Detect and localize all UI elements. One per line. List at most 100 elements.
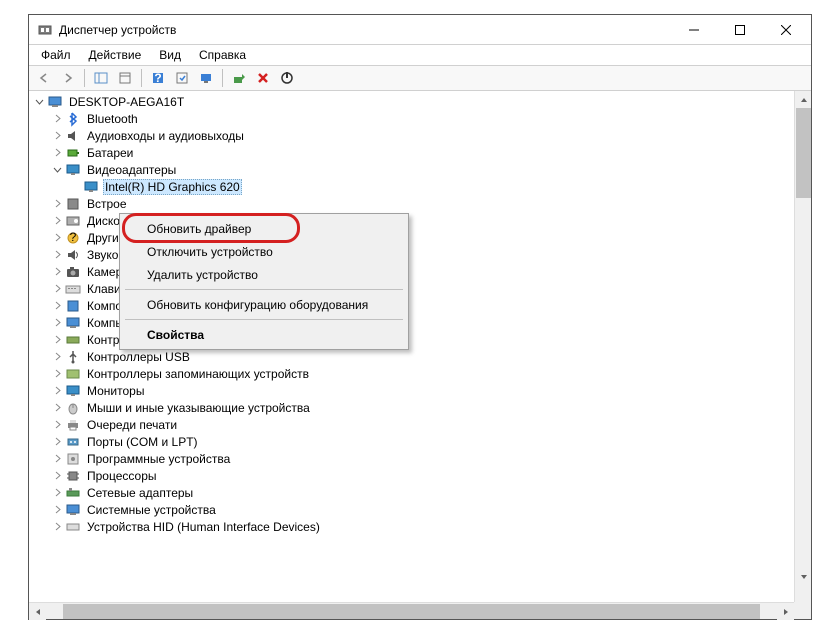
expand-icon[interactable] [51,436,63,448]
camera-icon [65,264,81,280]
tree-node[interactable]: Сетевые адаптеры [29,484,794,501]
tree-node-label: Процессоры [85,469,159,483]
tree-node[interactable]: Мониторы [29,382,794,399]
vertical-scrollbar[interactable] [794,91,811,602]
tree-node[interactable]: Контроллеры запоминающих устройств [29,365,794,382]
expand-icon[interactable] [51,385,63,397]
tree-node[interactable]: Видеоадаптеры [29,161,794,178]
expand-icon[interactable] [51,351,63,363]
expand-icon[interactable] [51,249,63,261]
action-button[interactable] [171,67,193,89]
window-title: Диспетчер устройств [59,23,671,37]
update-driver-button[interactable] [228,67,250,89]
tree-node[interactable]: Intel(R) HD Graphics 620 [29,178,794,195]
tree-node[interactable]: Процессоры [29,467,794,484]
properties-button[interactable] [114,67,136,89]
scroll-thumb[interactable] [796,108,811,198]
expand-icon[interactable] [51,113,63,125]
tree-node[interactable]: Системные устройства [29,501,794,518]
tree-node-label: Сетевые адаптеры [85,486,195,500]
tree-node[interactable]: DESKTOP-AEGA16T [29,93,794,110]
expand-icon [69,181,81,193]
expand-icon[interactable] [51,453,63,465]
scrollbar-corner [794,602,811,619]
expand-icon[interactable] [51,487,63,499]
computer-icon [65,315,81,331]
collapse-icon[interactable] [51,164,63,176]
software-icon [65,451,81,467]
other-icon: ? [65,230,81,246]
ctx-properties[interactable]: Свойства [123,323,405,346]
menu-view[interactable]: Вид [151,46,189,64]
expand-icon[interactable] [51,521,63,533]
tree-node[interactable]: Мыши и иные указывающие устройства [29,399,794,416]
hscroll-thumb[interactable] [63,604,760,619]
tree-node-label: DESKTOP-AEGA16T [67,95,186,109]
ctx-disable-device[interactable]: Отключить устройство [123,240,405,263]
tree-node[interactable]: Очереди печати [29,416,794,433]
scroll-up-button[interactable] [795,91,811,108]
ctx-separator [125,319,403,320]
expand-icon[interactable] [51,300,63,312]
expand-icon[interactable] [51,130,63,142]
expand-icon[interactable] [51,334,63,346]
maximize-button[interactable] [717,15,763,44]
menu-help[interactable]: Справка [191,46,254,64]
expand-icon[interactable] [51,198,63,210]
expand-icon[interactable] [51,266,63,278]
tree-node[interactable]: Контроллеры USB [29,348,794,365]
expand-icon[interactable] [51,504,63,516]
ctx-scan-hardware[interactable]: Обновить конфигурацию оборудования [123,293,405,316]
expand-icon[interactable] [51,402,63,414]
expand-icon[interactable] [51,147,63,159]
menu-action[interactable]: Действие [81,46,150,64]
scroll-left-button[interactable] [29,603,46,620]
scroll-down-button[interactable] [795,568,811,585]
minimize-button[interactable] [671,15,717,44]
monitor-icon [65,383,81,399]
audio-icon [65,128,81,144]
tree-node[interactable]: Аудиовходы и аудиовыходы [29,127,794,144]
uninstall-button[interactable] [252,67,274,89]
forward-button[interactable] [57,67,79,89]
collapse-icon[interactable] [33,96,45,108]
expand-icon[interactable] [51,215,63,227]
expand-icon[interactable] [51,470,63,482]
scroll-right-button[interactable] [777,603,794,620]
tree-node-label: Порты (COM и LPT) [85,435,200,449]
tree-node[interactable]: Порты (COM и LPT) [29,433,794,450]
tree-node-label: Системные устройства [85,503,218,517]
battery-icon [65,145,81,161]
cpu-icon [65,468,81,484]
network-icon [65,485,81,501]
back-button[interactable] [33,67,55,89]
help-button[interactable]: ? [147,67,169,89]
ide-icon [65,332,81,348]
tree-node-label: Мыши и иные указывающие устройства [85,401,312,415]
ctx-update-driver[interactable]: Обновить драйвер [123,217,405,240]
tree-node[interactable]: Батареи [29,144,794,161]
bluetooth-icon [65,111,81,127]
expand-icon[interactable] [51,283,63,295]
expand-icon[interactable] [51,419,63,431]
horizontal-scrollbar[interactable] [29,602,794,619]
close-button[interactable] [763,15,809,44]
show-hide-tree-button[interactable] [90,67,112,89]
tree-node[interactable]: Bluetooth [29,110,794,127]
disable-button[interactable] [276,67,298,89]
ctx-uninstall-device[interactable]: Удалить устройство [123,263,405,286]
bottom-row [29,602,811,619]
tree-node[interactable]: Встрое [29,195,794,212]
expand-icon[interactable] [51,368,63,380]
titlebar: Диспетчер устройств [29,15,811,45]
tree-node-label: Видеоадаптеры [85,163,178,177]
tree-node[interactable]: Программные устройства [29,450,794,467]
tree-node-label: Intel(R) HD Graphics 620 [103,179,242,195]
menu-file[interactable]: Файл [33,46,79,64]
expand-icon[interactable] [51,317,63,329]
swcomp-icon [65,298,81,314]
scan-hardware-button[interactable] [195,67,217,89]
tree-node[interactable]: Устройства HID (Human Interface Devices) [29,518,794,535]
expand-icon[interactable] [51,232,63,244]
svg-text:?: ? [70,230,77,244]
